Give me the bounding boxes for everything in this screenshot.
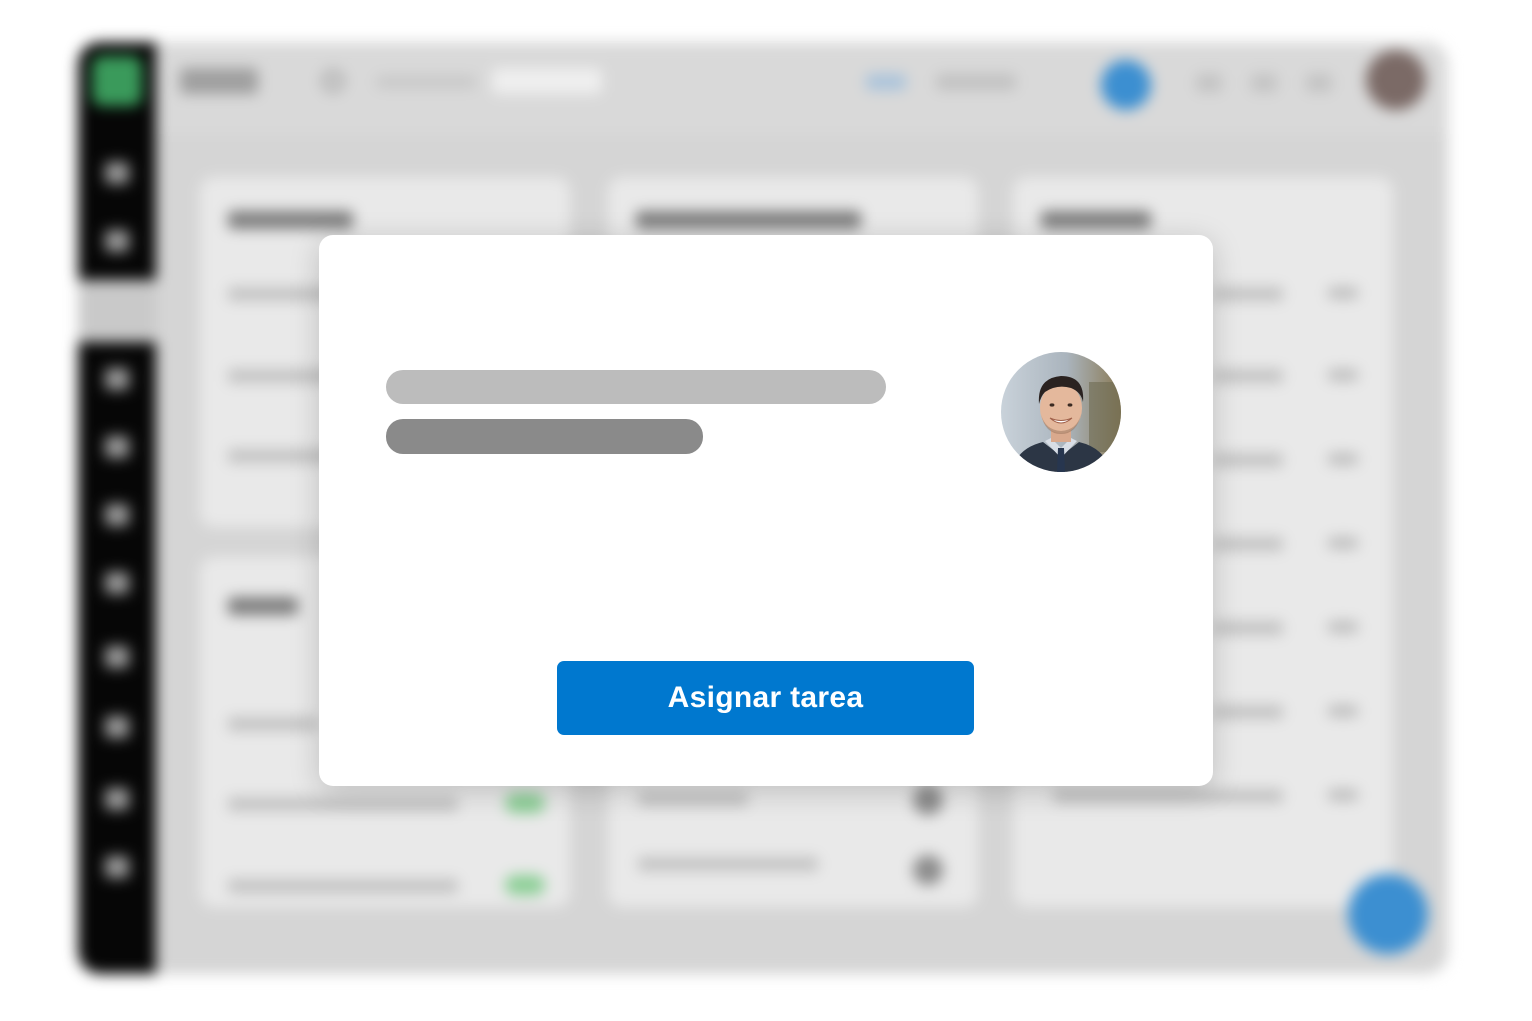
card-value [1328, 789, 1358, 801]
placeholder-title-line [386, 370, 886, 404]
card-value [1328, 453, 1358, 465]
toolbar-icon [1251, 74, 1277, 92]
sidebar-item [105, 368, 129, 390]
sidebar-item [105, 646, 129, 668]
brand-name [180, 68, 258, 94]
search-input [492, 68, 602, 94]
sidebar [78, 42, 156, 974]
card-heading [228, 211, 353, 229]
card-line [1213, 621, 1283, 635]
card-value [1328, 705, 1358, 717]
card-line [638, 792, 748, 806]
top-chip [936, 74, 1016, 90]
top-bar [156, 42, 1448, 134]
app-logo [92, 56, 142, 106]
card-line [228, 797, 458, 811]
card-line [1213, 705, 1283, 719]
sidebar-item [105, 504, 129, 526]
user-avatar-icon [1001, 352, 1121, 472]
add-circle-button [1101, 60, 1151, 110]
top-chip [866, 74, 906, 90]
status-icon [913, 785, 943, 815]
card-line [228, 717, 318, 731]
card-line [228, 879, 458, 893]
toolbar-icon [1306, 74, 1332, 92]
user-avatar-icon [1366, 50, 1426, 110]
card-line [1053, 789, 1283, 803]
card-value [1328, 369, 1358, 381]
sidebar-item [105, 716, 129, 738]
search-label [376, 76, 476, 88]
sidebar-divider [78, 280, 156, 342]
sidebar-item [105, 856, 129, 878]
assign-task-button[interactable]: Asignar tarea [557, 661, 974, 735]
card-line [638, 857, 818, 871]
card-heading [636, 211, 861, 229]
search-icon [322, 70, 344, 92]
card-value [1328, 537, 1358, 549]
sidebar-item [105, 572, 129, 594]
assign-task-modal: Asignar tarea [319, 235, 1213, 786]
status-badge [505, 875, 545, 895]
card-heading [1041, 211, 1151, 229]
placeholder-subtitle-line [386, 419, 703, 454]
card-value [1328, 621, 1358, 633]
card-line [1213, 369, 1283, 383]
sidebar-item [105, 230, 129, 252]
sidebar-item [105, 788, 129, 810]
toolbar-icon [1196, 74, 1222, 92]
card-line [1213, 287, 1283, 301]
avatar-photo [1001, 352, 1121, 472]
card-value [1328, 287, 1358, 299]
card-line [1213, 537, 1283, 551]
status-badge [505, 793, 545, 813]
sidebar-item [105, 436, 129, 458]
status-icon [913, 855, 943, 885]
card-line [1213, 453, 1283, 467]
sidebar-item [105, 162, 129, 184]
card-heading [228, 597, 298, 615]
add-icon [1348, 874, 1428, 954]
